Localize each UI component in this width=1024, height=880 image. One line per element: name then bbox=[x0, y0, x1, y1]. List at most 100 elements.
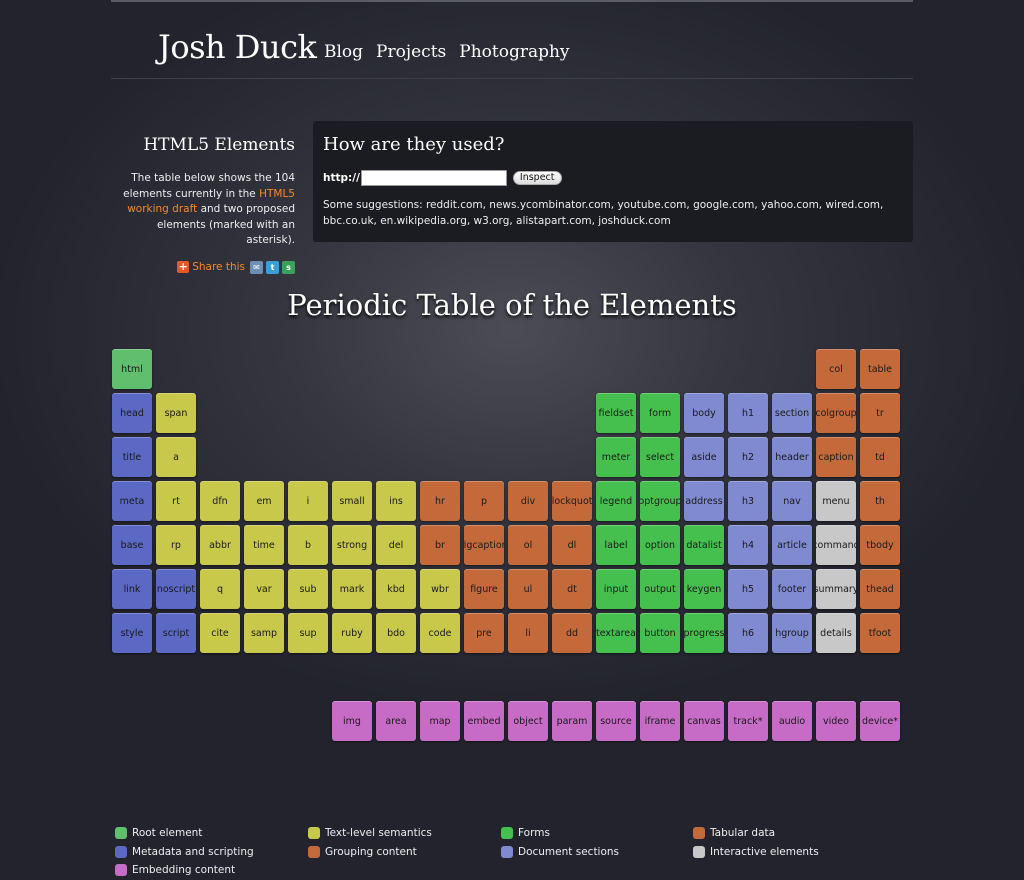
element-figcaption[interactable]: figcaption bbox=[464, 525, 504, 565]
element-menu[interactable]: menu bbox=[816, 481, 856, 521]
element-colgroup[interactable]: colgroup bbox=[816, 393, 856, 433]
element-small[interactable]: small bbox=[332, 481, 372, 521]
element-tbody[interactable]: tbody bbox=[860, 525, 900, 565]
email-icon[interactable]: ✉ bbox=[250, 260, 263, 274]
element-article[interactable]: article bbox=[772, 525, 812, 565]
element-caption[interactable]: caption bbox=[816, 437, 856, 477]
element-progress[interactable]: progress bbox=[684, 613, 724, 653]
element-button[interactable]: button bbox=[640, 613, 680, 653]
element-abbr[interactable]: abbr bbox=[200, 525, 240, 565]
element-base[interactable]: base bbox=[112, 525, 152, 565]
element-tr[interactable]: tr bbox=[860, 393, 900, 433]
element-address[interactable]: address bbox=[684, 481, 724, 521]
inspect-button[interactable]: Inspect bbox=[512, 171, 562, 185]
nav-photography[interactable]: Photography bbox=[459, 42, 569, 62]
element-legend[interactable]: legend bbox=[596, 481, 636, 521]
element-blockquote[interactable]: blockquote bbox=[552, 481, 592, 521]
nav-projects[interactable]: Projects bbox=[376, 42, 446, 62]
element-div[interactable]: div bbox=[508, 481, 548, 521]
element-pre[interactable]: pre bbox=[464, 613, 504, 653]
element-style[interactable]: style bbox=[112, 613, 152, 653]
element-cite[interactable]: cite bbox=[200, 613, 240, 653]
element-map[interactable]: map bbox=[420, 701, 460, 741]
element-title[interactable]: title bbox=[112, 437, 152, 477]
element-kbd[interactable]: kbd bbox=[376, 569, 416, 609]
element-meta[interactable]: meta bbox=[112, 481, 152, 521]
element-command[interactable]: command bbox=[816, 525, 856, 565]
element-a[interactable]: a bbox=[156, 437, 196, 477]
element-dt[interactable]: dt bbox=[552, 569, 592, 609]
element-select[interactable]: select bbox=[640, 437, 680, 477]
element-nav[interactable]: nav bbox=[772, 481, 812, 521]
element-meter[interactable]: meter bbox=[596, 437, 636, 477]
element-rp[interactable]: rp bbox=[156, 525, 196, 565]
element-aside[interactable]: aside bbox=[684, 437, 724, 477]
element-samp[interactable]: samp bbox=[244, 613, 284, 653]
element-track[interactable]: track* bbox=[728, 701, 768, 741]
share-plus-icon[interactable]: + bbox=[177, 261, 190, 273]
element-video[interactable]: video bbox=[816, 701, 856, 741]
element-audio[interactable]: audio bbox=[772, 701, 812, 741]
element-input[interactable]: input bbox=[596, 569, 636, 609]
element-output[interactable]: output bbox=[640, 569, 680, 609]
element-del[interactable]: del bbox=[376, 525, 416, 565]
element-body[interactable]: body bbox=[684, 393, 724, 433]
element-rt[interactable]: rt bbox=[156, 481, 196, 521]
element-param[interactable]: param bbox=[552, 701, 592, 741]
element-option[interactable]: option bbox=[640, 525, 680, 565]
element-sub[interactable]: sub bbox=[288, 569, 328, 609]
element-bdo[interactable]: bdo bbox=[376, 613, 416, 653]
element-form[interactable]: form bbox=[640, 393, 680, 433]
element-area[interactable]: area bbox=[376, 701, 416, 741]
url-input[interactable] bbox=[360, 170, 507, 186]
element-br[interactable]: br bbox=[420, 525, 460, 565]
element-h2[interactable]: h2 bbox=[728, 437, 768, 477]
element-q[interactable]: q bbox=[200, 569, 240, 609]
element-source[interactable]: source bbox=[596, 701, 636, 741]
element-canvas[interactable]: canvas bbox=[684, 701, 724, 741]
element-fieldset[interactable]: fieldset bbox=[596, 393, 636, 433]
element-wbr[interactable]: wbr bbox=[420, 569, 460, 609]
element-dl[interactable]: dl bbox=[552, 525, 592, 565]
element-h4[interactable]: h4 bbox=[728, 525, 768, 565]
element-h1[interactable]: h1 bbox=[728, 393, 768, 433]
element-p[interactable]: p bbox=[464, 481, 504, 521]
element-i[interactable]: i bbox=[288, 481, 328, 521]
element-html[interactable]: html bbox=[112, 349, 152, 389]
element-code[interactable]: code bbox=[420, 613, 460, 653]
element-hr[interactable]: hr bbox=[420, 481, 460, 521]
element-time[interactable]: time bbox=[244, 525, 284, 565]
element-device[interactable]: device* bbox=[860, 701, 900, 741]
element-ol[interactable]: ol bbox=[508, 525, 548, 565]
element-head[interactable]: head bbox=[112, 393, 152, 433]
element-header[interactable]: header bbox=[772, 437, 812, 477]
element-strong[interactable]: strong bbox=[332, 525, 372, 565]
element-sup[interactable]: sup bbox=[288, 613, 328, 653]
element-img[interactable]: img bbox=[332, 701, 372, 741]
site-title[interactable]: Josh Duck bbox=[158, 28, 317, 66]
element-label[interactable]: label bbox=[596, 525, 636, 565]
element-figure[interactable]: figure bbox=[464, 569, 504, 609]
element-hgroup[interactable]: hgroup bbox=[772, 613, 812, 653]
element-col[interactable]: col bbox=[816, 349, 856, 389]
element-datalist[interactable]: datalist bbox=[684, 525, 724, 565]
element-optgroup[interactable]: optgroup bbox=[640, 481, 680, 521]
element-details[interactable]: details bbox=[816, 613, 856, 653]
element-footer[interactable]: footer bbox=[772, 569, 812, 609]
element-b[interactable]: b bbox=[288, 525, 328, 565]
element-mark[interactable]: mark bbox=[332, 569, 372, 609]
element-table[interactable]: table bbox=[860, 349, 900, 389]
element-keygen[interactable]: keygen bbox=[684, 569, 724, 609]
element-link[interactable]: link bbox=[112, 569, 152, 609]
element-h5[interactable]: h5 bbox=[728, 569, 768, 609]
element-em[interactable]: em bbox=[244, 481, 284, 521]
element-ins[interactable]: ins bbox=[376, 481, 416, 521]
element-dd[interactable]: dd bbox=[552, 613, 592, 653]
element-script[interactable]: script bbox=[156, 613, 196, 653]
element-var[interactable]: var bbox=[244, 569, 284, 609]
element-thead[interactable]: thead bbox=[860, 569, 900, 609]
element-embed[interactable]: embed bbox=[464, 701, 504, 741]
element-ul[interactable]: ul bbox=[508, 569, 548, 609]
element-textarea[interactable]: textarea bbox=[596, 613, 636, 653]
element-li[interactable]: li bbox=[508, 613, 548, 653]
